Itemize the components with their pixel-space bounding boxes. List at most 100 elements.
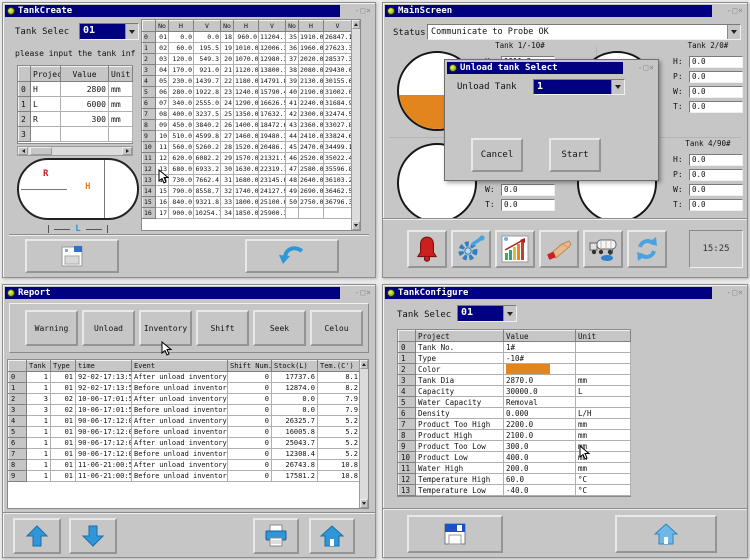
report-row[interactable]: 4 1 01 90-06-17:12:05 After unload inven… (9, 416, 361, 427)
status-dropdown[interactable]: Communicate to Probe OK (427, 24, 741, 40)
config-row[interactable]: 7 Product Too High 2200.0 mm (399, 419, 631, 430)
refresh-button[interactable] (627, 230, 667, 268)
close-icon[interactable]: × (738, 288, 744, 297)
titlebar[interactable]: TankConfigure -□× (383, 285, 747, 299)
tank-select-dropdown[interactable]: 01 (79, 23, 139, 40)
close-icon[interactable]: × (738, 6, 744, 15)
volume-row[interactable]: 2 03120.0549.3 201070.012980.3 372020.02… (143, 54, 352, 65)
chevron-down-icon[interactable] (727, 25, 740, 39)
config-row[interactable]: 2 Color (399, 364, 631, 375)
field-value[interactable]: 0.0 (501, 184, 555, 196)
scroll-up-icon[interactable] (360, 360, 368, 369)
report-row[interactable]: 5 1 01 90-06-17:12:05 Before unload inve… (9, 427, 361, 438)
print-button[interactable] (253, 518, 299, 554)
config-row[interactable]: 11 Water High 200.0 mm (399, 463, 631, 474)
field-value[interactable]: 0.0 (689, 169, 743, 181)
config-row[interactable]: 4 Capacity 30000.0 L (399, 386, 631, 397)
report-row[interactable]: 0 1 01 92-02-17:13:52 After unload inven… (9, 372, 361, 383)
tank-select-dropdown[interactable]: 01 (457, 305, 517, 322)
volume-row[interactable]: 11 12620.06082.2 291570.021321.5 462520.… (143, 153, 352, 164)
scroll-down-icon[interactable] (360, 499, 368, 508)
param-row[interactable]: 3 (19, 127, 133, 142)
shift-report-button[interactable]: Shift (196, 310, 249, 346)
scroll-up-icon[interactable] (352, 20, 360, 29)
page-up-button[interactable] (13, 518, 61, 554)
report-row[interactable]: 1 1 01 92-02-17:13:51 Before unload inve… (9, 383, 361, 394)
unload-report-button[interactable]: Unload (82, 310, 135, 346)
close-icon[interactable]: × (366, 288, 372, 297)
warning-report-button[interactable]: Warning (25, 310, 78, 346)
volume-row[interactable]: 5 06280.01922.8 231240.015790.4 402190.0… (143, 87, 352, 98)
seek-report-button[interactable]: Seek (253, 310, 306, 346)
volume-vscrollbar[interactable] (351, 20, 360, 230)
cancel-button[interactable]: Cancel (471, 138, 523, 172)
close-icon[interactable]: × (649, 63, 655, 72)
field-value[interactable]: 0.0 (689, 56, 743, 68)
volume-row[interactable]: 0 010.00.0 18960.011204.1 351910.026847.… (143, 32, 352, 43)
report-vscrollbar[interactable] (359, 360, 368, 508)
volume-row[interactable]: 10 11560.05260.2 281520.020486.1 452470.… (143, 142, 352, 153)
chevron-down-icon[interactable] (611, 80, 624, 94)
page-down-button[interactable] (69, 518, 117, 554)
back-button[interactable] (245, 239, 339, 273)
report-row[interactable]: 6 1 01 90-06-17:12:02 After unload inven… (9, 438, 361, 449)
manual-measure-button[interactable] (539, 230, 579, 268)
titlebar[interactable]: MainScreen -□× (383, 3, 747, 17)
volume-row[interactable]: 8 09450.03840.2 261400.018472.6 432360.0… (143, 120, 352, 131)
config-row[interactable]: 0 Tank No. 1# (399, 342, 631, 353)
report-row[interactable]: 9 1 01 11-06-21:00:58 Before unload inve… (9, 471, 361, 482)
config-table[interactable]: Project Value Unit 0 Tank No. 1# 1 Type (398, 330, 631, 496)
scroll-left-icon[interactable] (18, 147, 28, 155)
config-row[interactable]: 12 Temperature High 60.0 °C (399, 474, 631, 485)
field-value[interactable]: 0.0 (689, 101, 743, 113)
scroll-right-icon[interactable] (122, 147, 132, 155)
volume-row[interactable]: 7 08400.03237.5 251350.017632.7 422300.0… (143, 109, 352, 120)
scroll-down-icon[interactable] (352, 221, 360, 230)
volume-row[interactable]: 1 0260.0195.5 191010.012006.3 361960.027… (143, 43, 352, 54)
config-row[interactable]: 6 Density 0.000 L/H (399, 408, 631, 419)
config-row[interactable]: 13 Temperature Low -40.0 °C (399, 485, 631, 496)
chevron-down-icon[interactable] (125, 24, 138, 39)
alarm-button[interactable] (407, 230, 447, 268)
home-button[interactable] (615, 515, 717, 553)
report-row[interactable]: 7 1 01 90-06-17:12:01 Before unload inve… (9, 449, 361, 460)
volume-row[interactable]: 14 15790.08558.7 321740.024127.9 492690.… (143, 186, 352, 197)
volume-row[interactable]: 12 13680.06933.2 301630.022319.1 472580.… (143, 164, 352, 175)
volume-row[interactable]: 16 17900.010254.7 341850.025900.3 (143, 208, 352, 219)
home-button[interactable] (309, 518, 355, 554)
titlebar[interactable]: Report -□× (3, 285, 375, 299)
param-row[interactable]: 2 R 300 mm (19, 112, 133, 127)
close-icon[interactable]: × (366, 6, 372, 15)
field-value[interactable]: 0.0 (689, 199, 743, 211)
volume-row[interactable]: 4 05230.01439.7 221180.014791.8 392130.0… (143, 76, 352, 87)
volume-table[interactable]: NoHV NoHV NoHV 0 010.00.0 18960.011204.1… (142, 20, 352, 219)
field-value[interactable]: 0.0 (689, 154, 743, 166)
param-table[interactable]: Projec Value Unit 0 H 2800 mm 1 L (18, 66, 133, 142)
unload-truck-button[interactable] (583, 230, 623, 268)
config-row[interactable]: 8 Product High 2100.0 mm (399, 430, 631, 441)
save-button[interactable] (407, 515, 503, 553)
volume-row[interactable]: 15 16840.09321.8 331800.025100.0 502750.… (143, 197, 352, 208)
chevron-down-icon[interactable] (503, 306, 516, 321)
param-hscrollbar[interactable] (17, 146, 133, 156)
settings-button[interactable] (451, 230, 491, 268)
config-row[interactable]: 5 Water Capacity Removal (399, 397, 631, 408)
unload-tank-dropdown[interactable]: 1 (533, 79, 625, 95)
report-button[interactable] (495, 230, 535, 268)
volume-row[interactable]: 9 10510.04599.8 271460.019480.3 442410.0… (143, 131, 352, 142)
titlebar[interactable]: TankCreate -□× (3, 3, 375, 17)
report-row[interactable]: 3 3 02 10-06-17:01:57 Before unload inve… (9, 405, 361, 416)
config-row[interactable]: 1 Type -10# (399, 353, 631, 364)
param-row[interactable]: 1 L 6000 mm (19, 97, 133, 112)
save-button[interactable] (25, 239, 119, 273)
report-table[interactable]: Tank Type time Event Shift Num. Stock(L)… (8, 360, 361, 482)
volume-row[interactable]: 13 14730.07662.4 311680.023145.0 482640.… (143, 175, 352, 186)
report-row[interactable]: 8 1 01 11-06-21:00:58 After unload inven… (9, 460, 361, 471)
scroll-thumb[interactable] (30, 147, 52, 155)
report-row[interactable]: 2 3 02 10-06-17:01:57 After unload inven… (9, 394, 361, 405)
celou-report-button[interactable]: Celou (310, 310, 363, 346)
volume-row[interactable]: 3 04170.0921.0 211120.013800.1 382080.02… (143, 65, 352, 76)
volume-row[interactable]: 6 07340.02555.0 241290.016626.5 412240.0… (143, 98, 352, 109)
field-value[interactable]: 0.0 (689, 184, 743, 196)
field-value[interactable]: 0.0 (501, 199, 555, 211)
